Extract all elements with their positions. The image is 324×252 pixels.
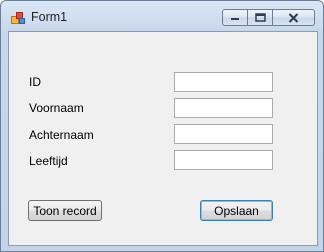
label-voornaam: Voornaam <box>29 101 84 115</box>
achternaam-input[interactable] <box>174 124 273 144</box>
app-icon[interactable] <box>11 11 25 24</box>
leeftijd-input[interactable] <box>174 150 273 170</box>
save-button[interactable]: Opslaan <box>200 200 273 221</box>
caption-buttons <box>222 9 315 26</box>
close-icon <box>288 12 299 23</box>
voornaam-input[interactable] <box>174 98 273 118</box>
maximize-button[interactable] <box>248 9 273 26</box>
label-leeftijd: Leeftijd <box>29 154 68 168</box>
minimize-icon <box>231 17 239 20</box>
form-client-area: ID Voornaam Achternaam Leeftijd Toon rec… <box>8 31 318 246</box>
maximize-icon <box>254 13 266 22</box>
label-achternaam: Achternaam <box>29 128 94 142</box>
form1-window: Form1 ID Voornaam Achternaam Leeftijd To… <box>0 0 324 252</box>
window-title: Form1 <box>31 10 68 24</box>
close-button[interactable] <box>273 9 315 26</box>
label-id: ID <box>29 75 41 89</box>
show-record-button[interactable]: Toon record <box>28 200 102 221</box>
id-input[interactable] <box>174 72 273 92</box>
title-bar[interactable]: Form1 <box>1 1 323 31</box>
minimize-button[interactable] <box>222 9 248 26</box>
